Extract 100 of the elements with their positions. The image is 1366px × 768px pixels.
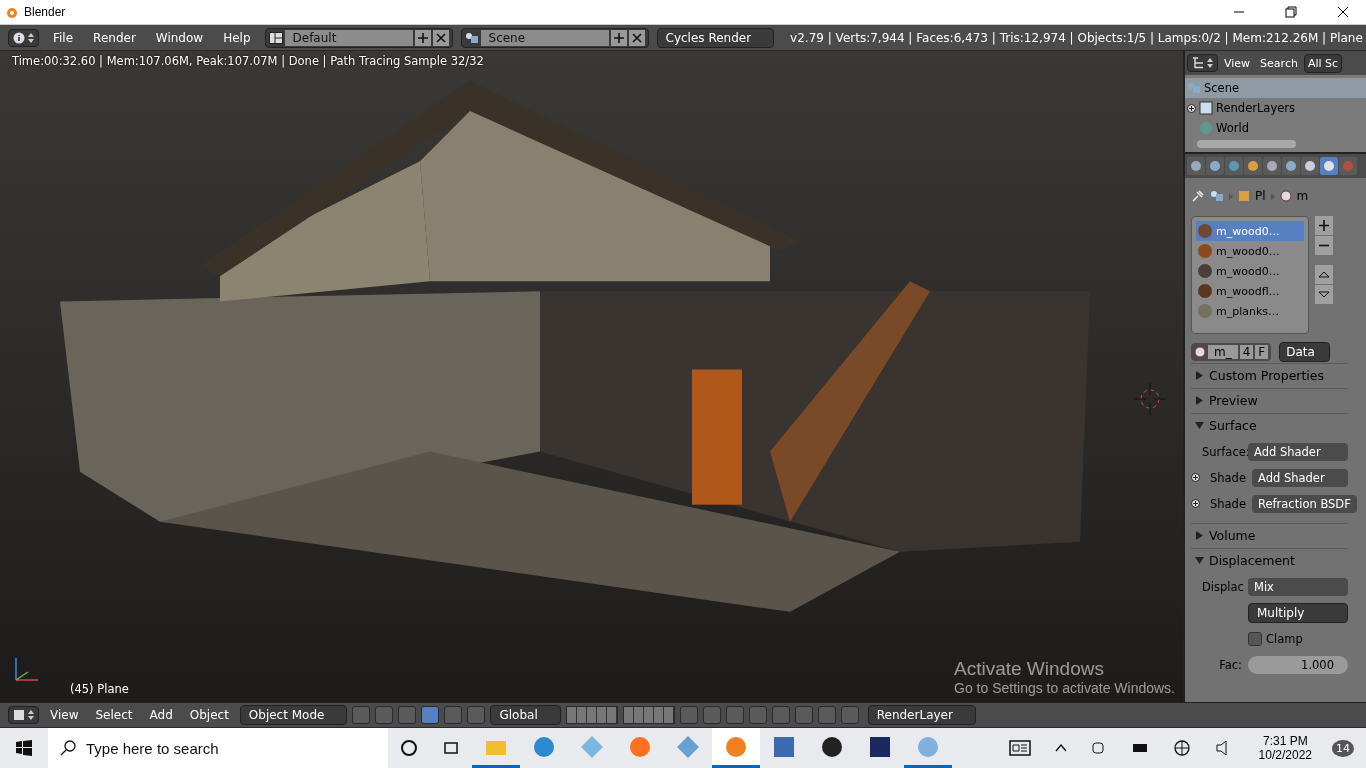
network-globe-icon[interactable] bbox=[1172, 739, 1191, 757]
menu-item[interactable]: Search bbox=[1256, 56, 1302, 70]
move-down-icon[interactable] bbox=[1315, 285, 1333, 304]
editor-type-button[interactable] bbox=[8, 706, 39, 724]
outliner-item[interactable]: Scene bbox=[1185, 78, 1366, 98]
panel-header[interactable]: Volume bbox=[1191, 523, 1348, 547]
expand-triangle-icon[interactable] bbox=[1195, 371, 1204, 380]
render-status-text: Time:00:32.60 | Mem:107.06M, Peak:107.07M | Done | Path Tracing Sample 32/32 bbox=[12, 54, 484, 68]
task-view-icon[interactable] bbox=[442, 739, 460, 757]
screen-layout-selector[interactable]: Default bbox=[264, 27, 453, 48]
remove-icon[interactable] bbox=[1315, 236, 1333, 255]
panel-title: Surface bbox=[1209, 418, 1257, 433]
chevron-up-icon[interactable] bbox=[1054, 744, 1067, 752]
menu-item[interactable]: Select bbox=[89, 708, 139, 722]
panel-header[interactable]: Preview bbox=[1191, 388, 1348, 412]
object-info-text: (45) Plane bbox=[70, 682, 129, 696]
menu-item[interactable]: Render bbox=[87, 30, 142, 45]
notification-count[interactable]: 14 bbox=[1332, 739, 1354, 757]
shader-socket-button[interactable]: Add Shader bbox=[1252, 468, 1348, 487]
windows-start-icon[interactable] bbox=[16, 740, 32, 756]
menu-item[interactable]: File bbox=[47, 30, 80, 45]
menu-item[interactable]: Add bbox=[143, 708, 179, 722]
info-icon bbox=[13, 31, 25, 44]
menu-item[interactable]: Object bbox=[183, 708, 235, 722]
shader-socket-button[interactable]: Add Shader bbox=[1248, 442, 1348, 461]
properties-tab[interactable] bbox=[1206, 157, 1224, 175]
expand-icon[interactable] bbox=[1187, 103, 1196, 113]
layout-icon bbox=[268, 31, 283, 44]
cube-icon bbox=[13, 709, 25, 721]
menu-item[interactable]: View bbox=[44, 708, 85, 722]
expand-icon[interactable] bbox=[1191, 499, 1200, 508]
panel-title: Displacement bbox=[1209, 553, 1295, 568]
properties-tab[interactable] bbox=[1320, 157, 1338, 175]
menu-item[interactable]: Help bbox=[217, 30, 257, 45]
up-down-arrows-icon bbox=[1207, 57, 1213, 69]
editor-type-button[interactable] bbox=[1187, 54, 1218, 72]
menu-item[interactable]: Window bbox=[149, 30, 210, 45]
news-icon[interactable] bbox=[1008, 740, 1031, 756]
collapse-triangle-icon[interactable] bbox=[1195, 421, 1204, 430]
display-mode-dropdown[interactable]: All Sc bbox=[1303, 53, 1343, 73]
material-name: m bbox=[1296, 189, 1309, 203]
scene-statistics: v2.79 | Verts:7,944 | Faces:6,473 | Tris:12,974 | Objects:1/5 | Lamps:0/2 | Mem:212.26M | Plane bbox=[790, 30, 1363, 45]
properties-tab[interactable] bbox=[1263, 157, 1281, 175]
mode-dropdown[interactable]: Object Mode bbox=[239, 705, 348, 725]
scene-selector[interactable]: Scene bbox=[460, 27, 649, 48]
clock-date[interactable]: 10/2/2022 bbox=[1258, 748, 1312, 762]
menu-item[interactable]: View bbox=[1220, 56, 1255, 70]
add-icon[interactable] bbox=[1315, 216, 1333, 235]
close-icon[interactable] bbox=[432, 29, 449, 46]
material-slot[interactable]: m_woodfl… bbox=[1196, 281, 1304, 301]
properties-tab[interactable] bbox=[1282, 157, 1300, 175]
material-slot[interactable]: m_wood0… bbox=[1196, 241, 1304, 261]
search-field[interactable]: Type here to search bbox=[48, 728, 388, 768]
shader-socket-button[interactable]: Mix bbox=[1248, 577, 1348, 596]
pin-icon[interactable] bbox=[1191, 189, 1205, 203]
material-slot[interactable]: m_planks… bbox=[1196, 301, 1304, 321]
expand-icon[interactable] bbox=[1191, 473, 1200, 482]
panel-header[interactable]: Surface bbox=[1191, 413, 1348, 437]
activation-notice-title: Activate Windows bbox=[954, 658, 1105, 680]
close-icon[interactable] bbox=[1337, 6, 1349, 18]
properties-tab[interactable] bbox=[1244, 157, 1262, 175]
checkbox-label: Clamp bbox=[1266, 631, 1303, 646]
link-dropdown[interactable]: Data bbox=[1279, 342, 1330, 362]
add-icon[interactable] bbox=[610, 29, 627, 46]
material-slot[interactable]: m_wood0… bbox=[1196, 261, 1304, 281]
panel-header[interactable]: Displacement bbox=[1191, 548, 1348, 572]
outliner-item[interactable]: RenderLayers bbox=[1185, 98, 1366, 118]
close-icon[interactable] bbox=[628, 29, 645, 46]
editor-type-button[interactable] bbox=[8, 28, 39, 47]
add-icon[interactable] bbox=[414, 29, 431, 46]
properties-tab[interactable] bbox=[1225, 157, 1243, 175]
properties-tab[interactable] bbox=[1187, 157, 1205, 175]
outliner-item[interactable]: World bbox=[1185, 118, 1366, 138]
cortana-circle-icon[interactable] bbox=[400, 739, 418, 757]
maximize-icon[interactable] bbox=[1285, 6, 1297, 18]
material-id-field[interactable]: m_ 4 F bbox=[1191, 343, 1272, 361]
orientation-dropdown[interactable]: Global bbox=[490, 705, 561, 725]
webcam-icon[interactable] bbox=[1090, 740, 1105, 756]
expand-triangle-icon[interactable] bbox=[1195, 531, 1204, 540]
expand-triangle-icon[interactable] bbox=[1195, 396, 1204, 405]
horizontal-scrollbar[interactable] bbox=[1197, 140, 1296, 148]
shader-socket-button[interactable]: Refraction BSDF bbox=[1252, 494, 1357, 513]
tree-list-icon bbox=[1192, 57, 1204, 69]
checkbox[interactable] bbox=[1248, 631, 1262, 646]
object-name: Pl bbox=[1255, 189, 1266, 203]
collapse-triangle-icon[interactable] bbox=[1195, 556, 1204, 565]
clock-time[interactable]: 7:31 PM bbox=[1262, 734, 1308, 748]
layer-grid[interactable] bbox=[622, 706, 675, 724]
blend-mode-dropdown[interactable]: Multiply bbox=[1248, 602, 1348, 623]
move-up-icon[interactable] bbox=[1315, 265, 1333, 284]
3d-cursor-icon[interactable] bbox=[1134, 383, 1166, 415]
properties-tab[interactable] bbox=[1301, 157, 1319, 175]
number-field[interactable]: 1.000 bbox=[1248, 655, 1348, 674]
render-layer-selector[interactable]: RenderLayer bbox=[867, 705, 976, 725]
panel-header[interactable]: Custom Properties bbox=[1191, 363, 1348, 387]
layer-grid[interactable] bbox=[565, 706, 618, 724]
render-engine-dropdown[interactable]: Cycles Render bbox=[656, 27, 775, 48]
field-label: Shade bbox=[1209, 496, 1247, 511]
render-view[interactable]: Time:00:32.60 | Mem:107.06M, Peak:107.07M | Done | Path Tracing Sample 32/32 (45) Plane Activate Windows Go to Settings to activate Windows. bbox=[0, 51, 1183, 702]
material-slot[interactable]: m_wood0… bbox=[1196, 221, 1304, 241]
